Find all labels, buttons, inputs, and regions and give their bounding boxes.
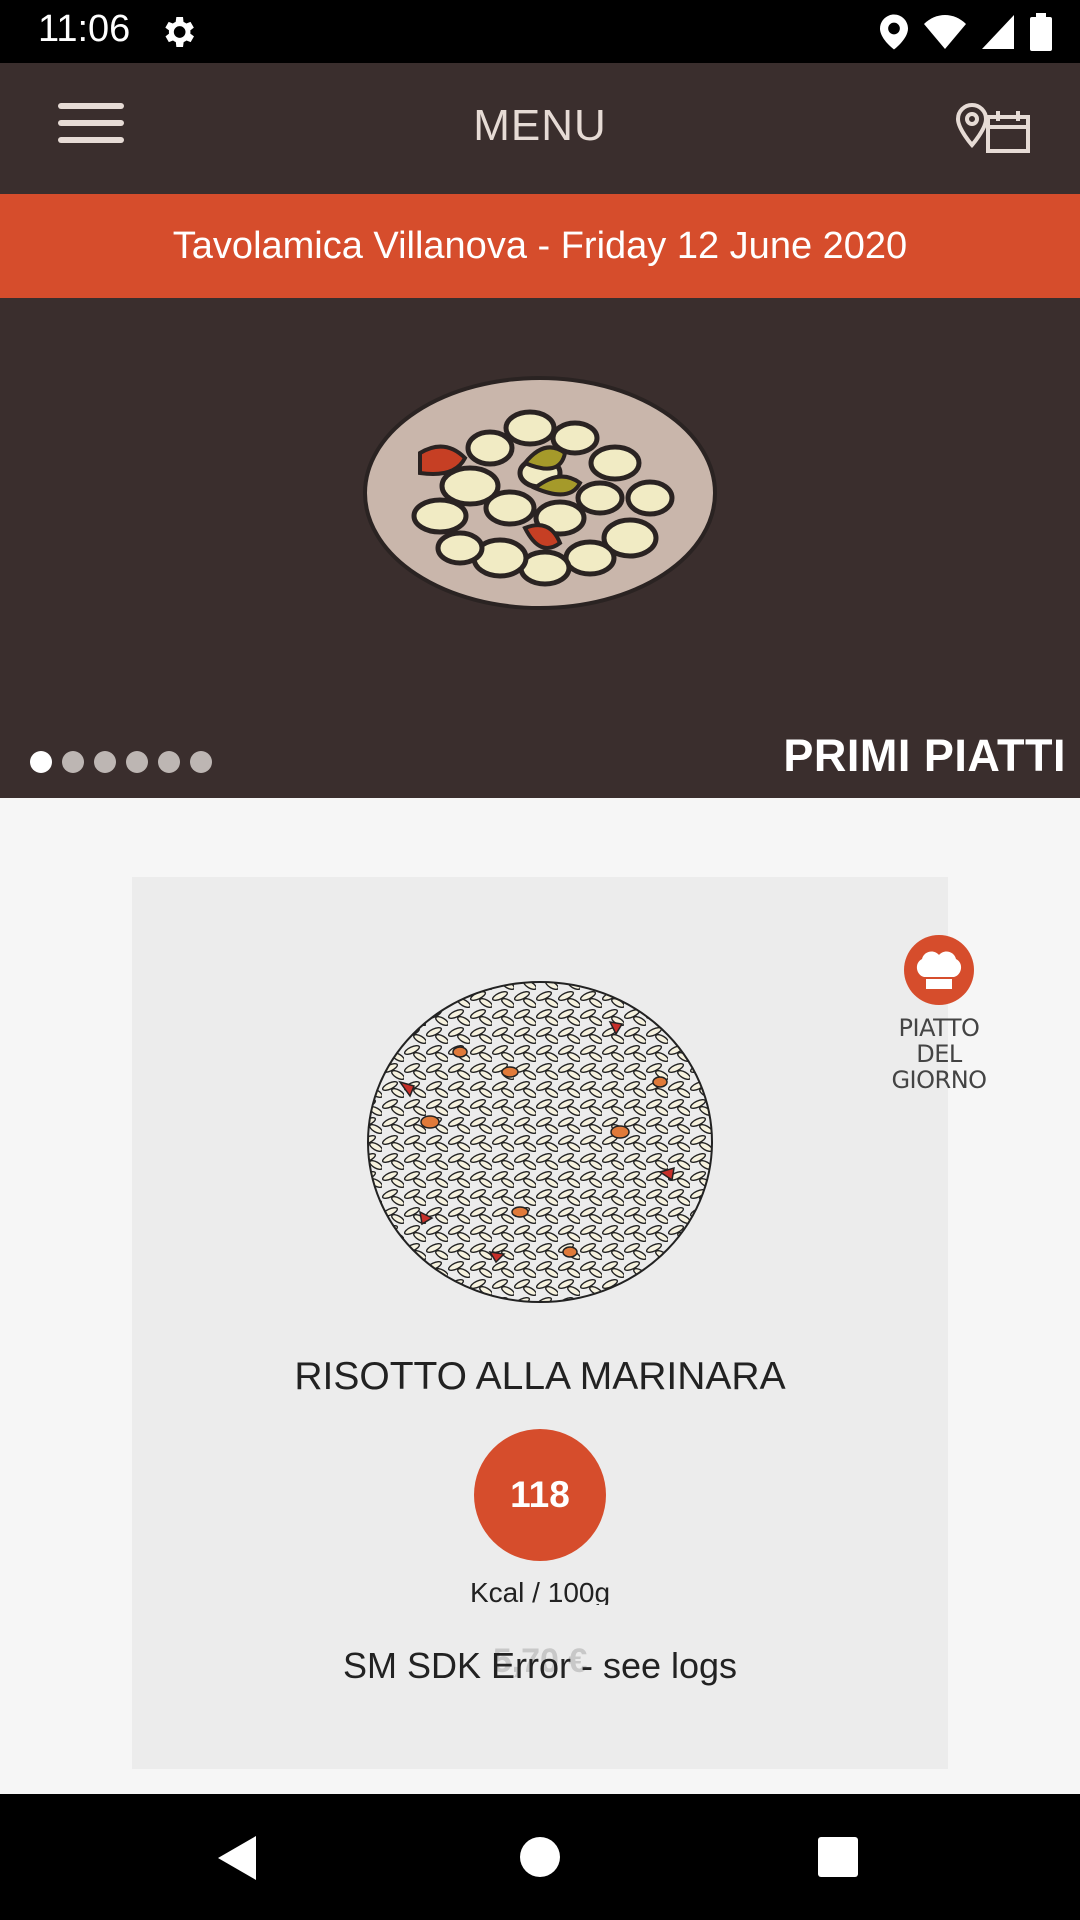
- back-icon[interactable]: [218, 1836, 256, 1880]
- category-title: PRIMI PIATTI: [783, 730, 1066, 781]
- pager-dot: [94, 751, 116, 773]
- category-carousel[interactable]: PRIMI PIATTI: [0, 298, 1080, 798]
- recents-icon[interactable]: [818, 1837, 858, 1877]
- home-icon[interactable]: [520, 1837, 560, 1877]
- pager-dot: [30, 751, 52, 773]
- location-calendar-icon[interactable]: [954, 101, 1032, 155]
- sdk-error-text: SM SDK Error - see logs: [342, 1645, 738, 1686]
- dish-card[interactable]: PIATTO DEL GIORNO RISOTTO ALLA MARINARA …: [132, 877, 987, 1769]
- risotto-illustration: [367, 981, 713, 1303]
- battery-icon: [1030, 13, 1052, 51]
- page-title: MENU: [473, 101, 607, 150]
- pager-dot: [158, 751, 180, 773]
- dish-of-the-day-badge: PIATTO DEL GIORNO: [884, 935, 994, 1093]
- kcal-unit: Kcal / 100g: [469, 1577, 611, 1605]
- status-time: 11:06: [38, 8, 131, 50]
- dish-name: RISOTTO ALLA MARINARA: [294, 1355, 786, 1398]
- signal-icon: [982, 15, 1014, 49]
- settings-gear-icon: [165, 17, 194, 47]
- pager-dot: [62, 751, 84, 773]
- location-date-banner: Tavolamica Villanova - Friday 12 June 20…: [0, 194, 1080, 298]
- system-nav-bar: [0, 1794, 1080, 1920]
- chef-hat-icon: [904, 935, 974, 1005]
- pager-dot: [190, 751, 212, 773]
- pasta-plate-illustration: [363, 376, 717, 610]
- carousel-pager: [30, 751, 212, 773]
- status-bar: 11:06: [0, 0, 1080, 63]
- status-icons: [880, 10, 1052, 54]
- pager-dot: [126, 751, 148, 773]
- kcal-value: 118: [474, 1429, 606, 1561]
- wifi-icon: [924, 15, 966, 49]
- app-bar: MENU: [0, 63, 1080, 194]
- badge-label: PIATTO DEL GIORNO: [891, 1014, 987, 1094]
- location-icon: [880, 14, 908, 50]
